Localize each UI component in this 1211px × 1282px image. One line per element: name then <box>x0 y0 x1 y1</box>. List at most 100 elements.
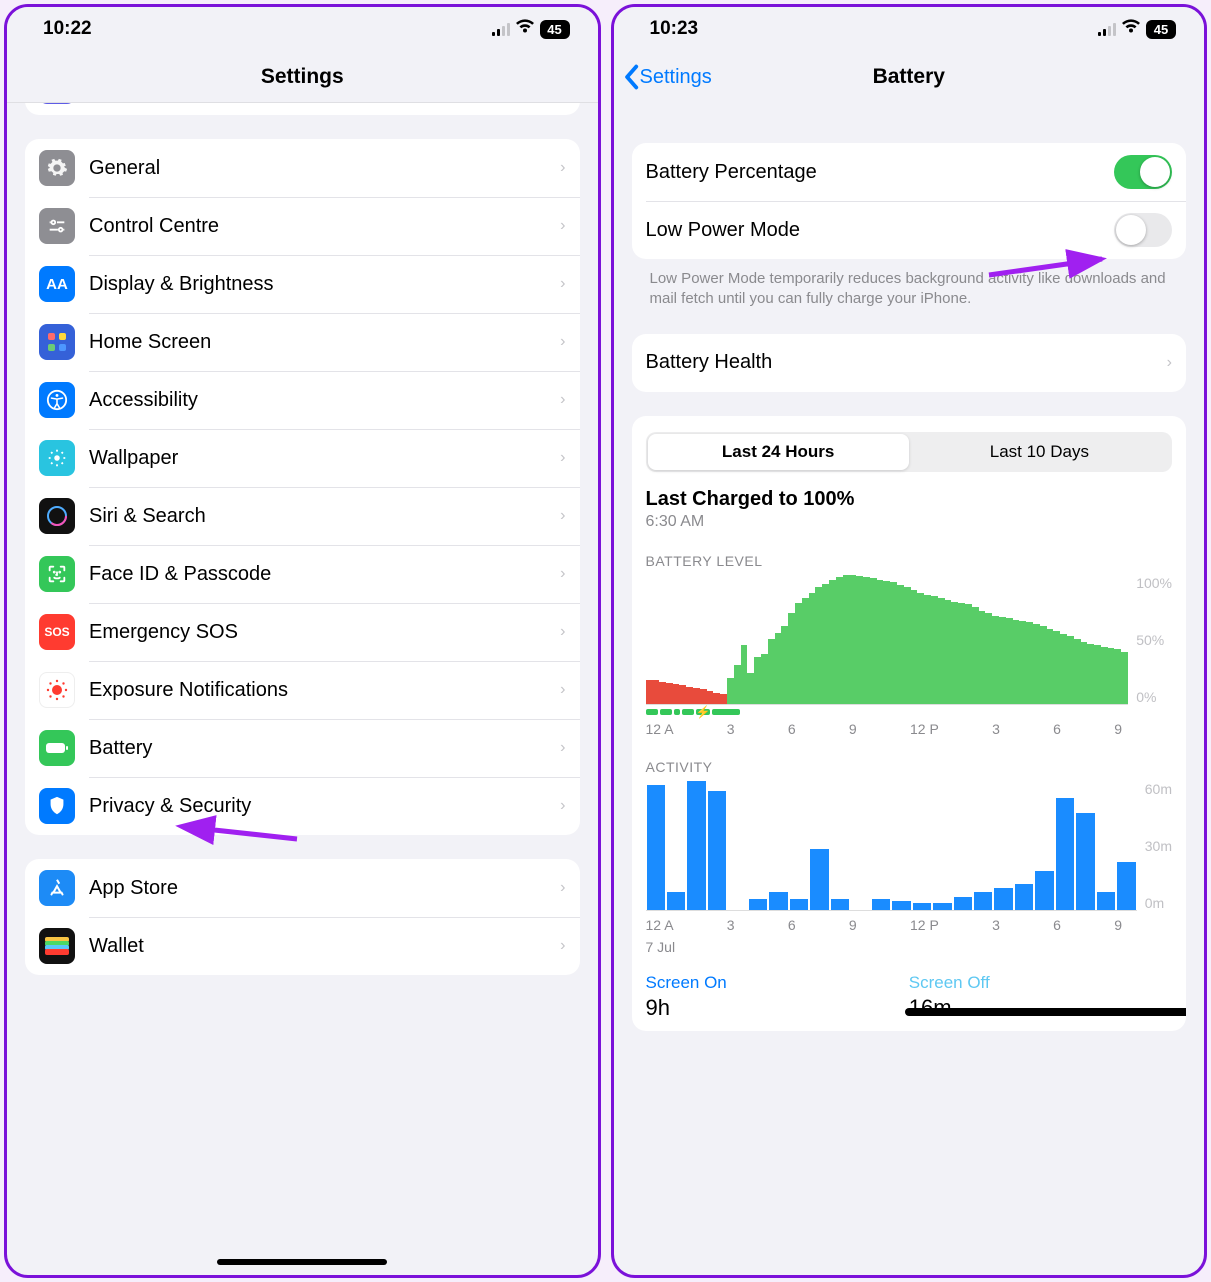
gear-icon <box>39 150 75 186</box>
wifi-icon <box>515 18 535 40</box>
bar <box>890 582 897 703</box>
row-label: Exposure Notifications <box>89 679 288 702</box>
bar <box>965 604 972 703</box>
bar <box>849 575 856 704</box>
row-label: Accessibility <box>89 389 198 412</box>
row-general[interactable]: General› <box>25 139 580 197</box>
charged-time: 6:30 AM <box>646 513 1173 531</box>
bar <box>1047 629 1054 704</box>
bar <box>809 593 816 704</box>
segment-10d[interactable]: Last 10 Days <box>909 434 1170 470</box>
row-label: Siri & Search <box>89 505 206 528</box>
chevron-right-icon: › <box>560 159 565 177</box>
status-bar: 10:23 45 <box>614 7 1205 51</box>
bar <box>1033 624 1040 704</box>
bar <box>1006 618 1013 703</box>
row-home-screen[interactable]: Home Screen› <box>25 313 580 371</box>
x-tick: 9 <box>849 721 857 737</box>
segment-24h[interactable]: Last 24 Hours <box>648 434 909 470</box>
bar <box>892 901 910 910</box>
chart-label: ACTIVITY <box>646 759 1173 775</box>
chevron-right-icon: › <box>560 217 565 235</box>
row-privacy-security[interactable]: Privacy & Security› <box>25 777 580 835</box>
battery-pill: 45 <box>540 20 570 39</box>
display-icon: AA <box>39 266 75 302</box>
bar <box>761 654 768 703</box>
row-low-power-mode[interactable]: Low Power Mode <box>632 201 1187 259</box>
privacy-icon <box>39 788 75 824</box>
activity-chart: 60m 30m 0m <box>646 781 1173 911</box>
row-face-id-passcode[interactable]: Face ID & Passcode› <box>25 545 580 603</box>
screen-off-value: 16m <box>909 995 1172 1021</box>
row-control-centre[interactable]: Control Centre› <box>25 197 580 255</box>
row-label: Battery <box>89 737 152 760</box>
row-battery[interactable]: Battery› <box>25 719 580 777</box>
bar <box>972 607 979 704</box>
screen-off-label: Screen Off <box>909 973 1172 993</box>
row-wallpaper[interactable]: Wallpaper› <box>25 429 580 487</box>
bar <box>687 781 705 910</box>
bar <box>754 657 761 703</box>
usage-group: Last 24 Hours Last 10 Days Last Charged … <box>632 416 1187 1031</box>
bar <box>815 587 822 703</box>
status-time: 10:23 <box>650 18 699 40</box>
row-label: Wallpaper <box>89 447 178 470</box>
bar <box>911 590 918 704</box>
bar <box>673 684 680 703</box>
siri-icon <box>39 498 75 534</box>
row-screen-time[interactable]: Screen Time › <box>25 103 580 115</box>
toggle-group: Battery Percentage Low Power Mode <box>632 143 1187 259</box>
x-tick: 6 <box>788 721 796 737</box>
bar <box>713 693 720 703</box>
row-label: Face ID & Passcode <box>89 563 271 586</box>
x-tick: 3 <box>727 917 735 933</box>
wifi-icon <box>1121 18 1141 40</box>
chevron-right-icon: › <box>560 681 565 699</box>
row-app-store[interactable]: App Store› <box>25 859 580 917</box>
bar <box>734 665 741 704</box>
row-battery-health[interactable]: Battery Health › <box>632 334 1187 392</box>
segmented-control[interactable]: Last 24 Hours Last 10 Days <box>646 432 1173 472</box>
bar <box>679 685 686 703</box>
bar <box>1040 626 1047 703</box>
bar <box>781 626 788 703</box>
toggle-switch[interactable] <box>1114 213 1172 247</box>
row-display-brightness[interactable]: AADisplay & Brightness› <box>25 255 580 313</box>
bar <box>1067 636 1074 703</box>
accessibility-icon <box>39 382 75 418</box>
bar <box>872 899 890 910</box>
row-emergency-sos[interactable]: SOSEmergency SOS› <box>25 603 580 661</box>
row-exposure-notifications[interactable]: Exposure Notifications › <box>25 661 580 719</box>
chevron-right-icon: › <box>560 623 565 641</box>
chevron-right-icon: › <box>560 797 565 815</box>
bar <box>1026 622 1033 703</box>
bar <box>985 613 992 703</box>
settings-group: Screen Time › <box>25 103 580 115</box>
row-accessibility[interactable]: Accessibility› <box>25 371 580 429</box>
row-label: Home Screen <box>89 331 211 354</box>
control-centre-icon <box>39 208 75 244</box>
bar <box>1087 644 1094 703</box>
bar <box>1074 639 1081 704</box>
x-tick: 6 <box>1053 721 1061 737</box>
sos-icon: SOS <box>39 614 75 650</box>
y-tick: 60m <box>1145 781 1172 797</box>
bar <box>795 603 802 704</box>
bar <box>693 688 700 703</box>
x-tick: 12 A <box>646 721 674 737</box>
bar <box>775 633 782 704</box>
bar <box>686 687 693 704</box>
row-battery-percentage[interactable]: Battery Percentage <box>632 143 1187 201</box>
row-label: App Store <box>89 877 178 900</box>
chart-label: BATTERY LEVEL <box>646 553 1173 569</box>
toggle-switch[interactable] <box>1114 155 1172 189</box>
row-siri-search[interactable]: Siri & Search› <box>25 487 580 545</box>
chevron-right-icon: › <box>1167 354 1172 372</box>
row-wallet[interactable]: Wallet› <box>25 917 580 975</box>
row-label: Wallet <box>89 935 144 958</box>
back-button[interactable]: Settings <box>622 64 712 90</box>
home-indicator <box>217 1259 387 1265</box>
bar <box>1094 645 1101 703</box>
bar <box>1015 884 1033 910</box>
bar <box>707 691 714 704</box>
